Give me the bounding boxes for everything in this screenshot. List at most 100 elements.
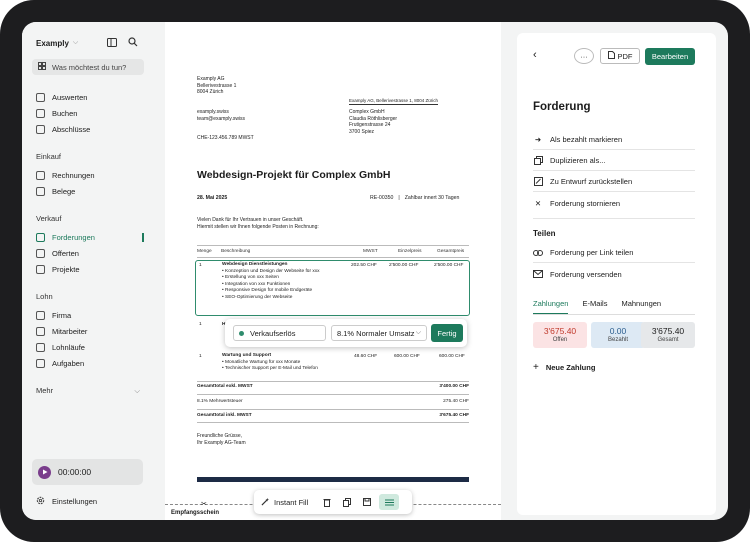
- new-payment-button[interactable]: + Neue Zahlung: [533, 362, 595, 373]
- floating-toolbar: Instant Fill: [254, 490, 412, 514]
- done-button[interactable]: Fertig: [431, 324, 463, 342]
- sidebar-item-lohnlaeufe[interactable]: Lohnläufe: [36, 340, 85, 354]
- app-screen: Examply ⌵ Was möchtest du tun? Auswerten…: [22, 22, 728, 520]
- sidebar-item-label: Abschlüsse: [52, 124, 91, 134]
- total-value: 3'400.00 CHF: [439, 384, 469, 389]
- closing-line: Freundliche Grüsse,: [197, 433, 243, 439]
- closing-text: Freundliche Grüsse, Ihr Examply AG-Team: [197, 433, 246, 446]
- sidebar-item-label: Firma: [52, 310, 72, 320]
- sidebar-item-label: Offerten: [52, 248, 79, 258]
- timer-value: 00:00:00: [58, 467, 92, 477]
- sidebar-item-belege[interactable]: Belege: [36, 184, 75, 198]
- sender-address: Examply AG Bellerivestrasse 1 8004 Züric…: [197, 76, 236, 96]
- payroll-icon: [36, 342, 45, 352]
- item-vat: 202.50 CHF: [351, 263, 377, 268]
- settings-link[interactable]: Einstellungen: [36, 496, 97, 507]
- arrow-right-box-icon: ➜: [534, 135, 542, 144]
- account-select[interactable]: Verkaufserlös: [233, 325, 326, 341]
- more-toggle[interactable]: Mehr ⌵: [36, 386, 140, 396]
- x-icon: ✕: [534, 198, 542, 208]
- chevron-down-icon: ⌵: [415, 329, 421, 336]
- sidebar-item-abschluesse[interactable]: Abschlüsse: [36, 122, 90, 136]
- copy-icon[interactable]: [339, 494, 355, 510]
- sidebar-item-auswerten[interactable]: Auswerten: [36, 90, 87, 104]
- card-label: Bezahlt: [607, 337, 628, 343]
- item-line: • Technischer Support per E-Mail und Tel…: [222, 366, 318, 371]
- send-invoice[interactable]: Forderung versenden: [533, 264, 695, 284]
- total-row: 8.1% Mehrwertsteuer 275.40 CHF: [197, 399, 469, 404]
- sender-email: team@examply.swiss: [197, 115, 246, 122]
- trash-icon[interactable]: [319, 494, 335, 510]
- search-icon[interactable]: [127, 36, 139, 48]
- sidebar-item-offerten[interactable]: Offerten: [36, 246, 79, 260]
- divider: [197, 245, 469, 246]
- sidebar-item-firma[interactable]: Firma: [36, 308, 71, 322]
- divider: [197, 381, 469, 382]
- action-label: Als bezahlt markieren: [550, 135, 623, 144]
- time-tracker[interactable]: 00:00:00: [32, 459, 143, 485]
- receipt-icon: [36, 186, 45, 196]
- duplicate-icon: [533, 156, 543, 166]
- more-label: Mehr: [36, 386, 54, 395]
- action-duplicate[interactable]: Duplizieren als...: [533, 151, 695, 171]
- scissors-icon: ✂: [201, 501, 207, 508]
- action-revert-draft[interactable]: Zu Entwurf zurückstellen: [533, 172, 695, 192]
- recipient-line: 3700 Spiez: [349, 128, 375, 135]
- save-icon[interactable]: [359, 494, 375, 510]
- company-switcher[interactable]: Examply ⌵: [36, 36, 146, 50]
- command-search[interactable]: Was möchtest du tun?: [32, 59, 144, 75]
- pdf-label: PDF: [617, 51, 633, 61]
- edit-button[interactable]: Bearbeiten: [645, 48, 695, 65]
- list-icon[interactable]: [379, 494, 400, 510]
- play-icon[interactable]: [38, 465, 51, 479]
- sidebar-item-label: Mitarbeiter: [52, 326, 88, 336]
- intro-text: Vielen Dank für Ihr Vertrauen in unser G…: [197, 217, 319, 230]
- more-options-icon[interactable]: ···: [574, 48, 594, 64]
- vat-select[interactable]: 8.1% Normaler Umsatz ⌵: [331, 325, 427, 341]
- item-total: 2'500.00 CHF: [434, 263, 464, 268]
- recipient-line: Frutigenstrasse 24: [349, 122, 391, 128]
- panel-tabs: Zahlungen E-Mails Mahnungen: [533, 299, 661, 314]
- intro-line: Vielen Dank für Ihr Vertrauen in unser G…: [197, 217, 304, 223]
- total-row: Gesamttotal exkl. MWST 3'400.00 CHF: [197, 384, 469, 389]
- column-header: Menge: [197, 249, 212, 254]
- sidebar-item-mitarbeiter[interactable]: Mitarbeiter: [36, 324, 87, 338]
- action-label: Forderung versenden: [550, 269, 622, 279]
- document-footer-bar: [197, 477, 469, 482]
- tab-mahnungen[interactable]: Mahnungen: [621, 299, 661, 314]
- tasks-icon: [36, 358, 45, 368]
- magic-wand-icon: [261, 497, 270, 508]
- divider: [197, 257, 469, 258]
- book-icon: [36, 108, 45, 118]
- tab-divider: [533, 314, 695, 315]
- card-value: 3'675.40: [651, 326, 685, 336]
- item-qty: 1: [199, 322, 202, 327]
- plus-icon: +: [533, 362, 539, 373]
- status-dot: [239, 330, 244, 336]
- action-cancel[interactable]: ✕ Forderung stornieren: [533, 193, 695, 213]
- pdf-button[interactable]: PDF: [600, 48, 640, 64]
- card-label: Gesamt: [657, 337, 679, 343]
- sidebar-item-rechnungen[interactable]: Rechnungen: [36, 168, 95, 182]
- sidebar-item-label: Aufgaben: [52, 358, 85, 368]
- sidebar-item-buchen[interactable]: Buchen: [36, 106, 77, 120]
- invoice-title: Webdesign-Projekt für Complex GmbH: [197, 169, 391, 181]
- closing-line: Ihr Examply AG-Team: [197, 439, 246, 446]
- line-item-description: Wartung und Support • Monatliche Wartung…: [222, 353, 318, 373]
- sidebar-item-aufgaben[interactable]: Aufgaben: [36, 356, 84, 370]
- item-unit-price: 2'500.00 CHF: [389, 263, 419, 268]
- instant-fill-button[interactable]: Instant Fill: [258, 494, 311, 510]
- tab-zahlungen[interactable]: Zahlungen: [533, 299, 569, 314]
- action-mark-paid[interactable]: ➜ Als bezahlt markieren: [533, 130, 695, 150]
- line-item-description: Webdesign Dienstleistungen • Konzeption …: [222, 262, 320, 301]
- command-search-placeholder: Was möchtest du tun?: [52, 62, 127, 72]
- vat-value: 8.1% Normaler Umsatz: [337, 328, 415, 338]
- share-link[interactable]: Forderung per Link teilen: [533, 243, 695, 263]
- back-arrow-icon[interactable]: ‹: [533, 49, 537, 61]
- sidebar-item-projekte[interactable]: Projekte: [36, 262, 80, 276]
- column-header: Einzelpreis: [398, 249, 422, 254]
- sidebar-toggle-icon[interactable]: [106, 36, 118, 48]
- sidebar-item-forderungen[interactable]: Forderungen: [36, 230, 95, 244]
- item-line: • Responsive Design für mobile Endgeräte: [222, 288, 313, 293]
- tab-emails[interactable]: E-Mails: [582, 299, 607, 314]
